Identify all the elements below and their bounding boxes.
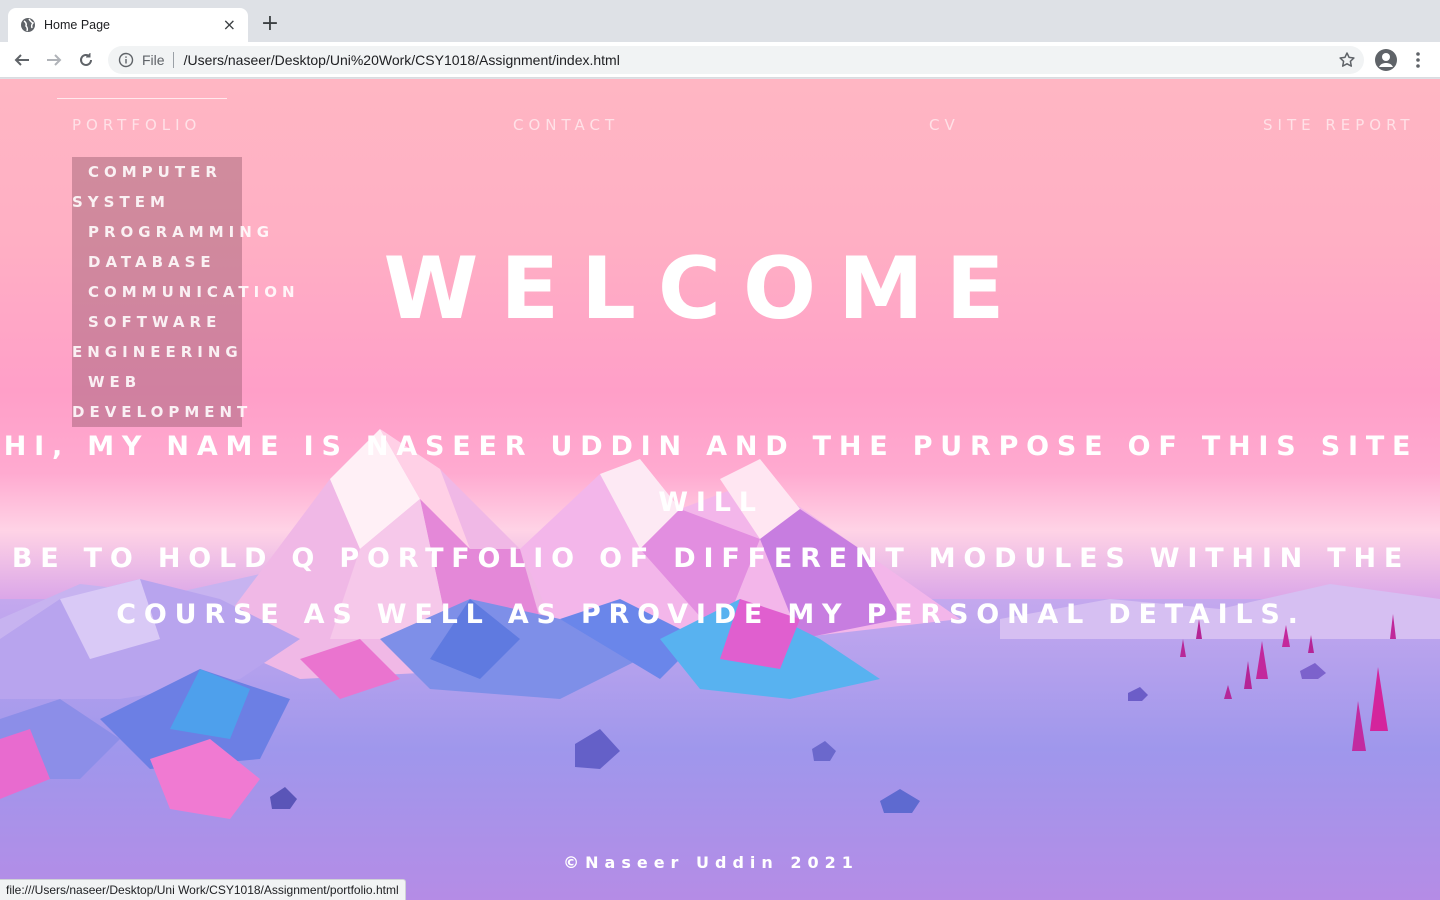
dropdown-item-computer-system[interactable]: COMPUTER [88, 157, 222, 187]
browser-toolbar: File /Users/naseer/Desktop/Uni%20Work/CS… [0, 42, 1440, 78]
profile-avatar-button[interactable] [1374, 48, 1398, 72]
forward-button[interactable] [42, 48, 66, 72]
tab-strip: Home Page × + [0, 0, 1440, 42]
forward-arrow-icon [47, 54, 62, 66]
footer-copyright: ©Naseer Uddin 2021 [563, 853, 859, 872]
link-status-bar: file:///Users/naseer/Desktop/Uni Work/CS… [0, 879, 406, 900]
back-arrow-icon [14, 54, 29, 66]
reload-icon [80, 53, 92, 66]
nav-link-contact[interactable]: CONTACT [513, 116, 619, 134]
browser-menu-button[interactable] [1406, 48, 1430, 72]
tab-title: Home Page [44, 18, 111, 32]
dropdown-item-computer-system-wrap[interactable]: SYSTEM [72, 187, 170, 217]
url-text[interactable]: /Users/naseer/Desktop/Uni%20Work/CSY1018… [184, 52, 1338, 68]
dropdown-item-software-engineering-wrap[interactable]: ENGINEERING [72, 337, 243, 367]
back-button[interactable] [10, 48, 34, 72]
kebab-menu-icon [1416, 52, 1420, 68]
top-navigation: PORTFOLIO CONTACT CV SITE REPORT [0, 79, 1440, 159]
nav-active-underline [57, 98, 227, 99]
tab-home-page[interactable]: Home Page × [8, 8, 248, 42]
account-avatar-icon [1375, 49, 1397, 71]
close-tab-icon[interactable]: × [223, 17, 236, 33]
globe-icon [20, 17, 36, 33]
bookmark-star-icon[interactable] [1338, 51, 1356, 69]
dropdown-item-web-development[interactable]: WEB [88, 367, 141, 397]
omnibox-divider [172, 52, 174, 68]
new-tab-button[interactable]: + [258, 12, 282, 36]
nav-link-cv[interactable]: CV [929, 116, 960, 134]
intro-line: HI, MY NAME IS NASEER UDDIN AND THE PURP… [3, 431, 1419, 518]
nav-link-site-report[interactable]: SITE REPORT [1263, 116, 1415, 134]
url-scheme-label: File [142, 52, 165, 68]
info-icon[interactable] [118, 52, 134, 68]
nav-link-portfolio[interactable]: PORTFOLIO [72, 116, 201, 134]
reload-button[interactable] [74, 48, 98, 72]
address-bar[interactable]: File /Users/naseer/Desktop/Uni%20Work/CS… [108, 46, 1364, 74]
intro-line: COURSE AS WELL AS PROVIDE MY PERSONAL DE… [116, 599, 1306, 630]
intro-paragraph: HI, MY NAME IS NASEER UDDIN AND THE PURP… [0, 419, 1422, 643]
welcome-heading: WELCOME [383, 239, 1027, 339]
page-viewport: PORTFOLIO CONTACT CV SITE REPORT COMPUTE… [0, 79, 1440, 900]
intro-line: BE TO HOLD Q PORTFOLIO OF DIFFERENT MODU… [11, 543, 1411, 574]
